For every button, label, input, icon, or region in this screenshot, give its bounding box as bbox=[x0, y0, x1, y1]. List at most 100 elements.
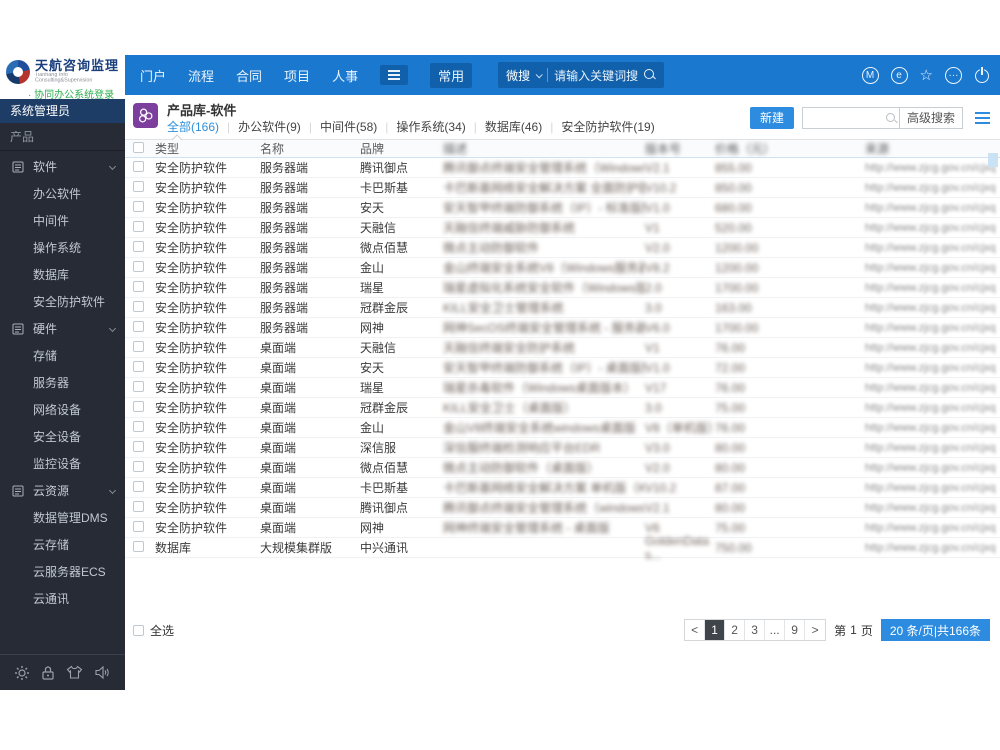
sidebar-menu-item[interactable]: 云资源 bbox=[0, 477, 125, 504]
sidebar-menu-item[interactable]: 数据库 bbox=[0, 261, 125, 288]
cell-source-link[interactable]: http://www.zjcg.gov.cn/cjxq/ bbox=[865, 302, 995, 314]
table-row[interactable]: 安全防护软件 桌面端 深信服 深信服终端检测响应平台EDR V3.0 80.00… bbox=[125, 438, 1000, 458]
cell-source-link[interactable]: http://www.zjcg.gov.cn/cjxq/ bbox=[865, 242, 995, 254]
nav-project[interactable]: 项目 bbox=[284, 66, 310, 85]
current-role-label[interactable]: 系统管理员 bbox=[0, 99, 125, 123]
row-checkbox[interactable] bbox=[133, 320, 144, 332]
cell-source-link[interactable]: http://www.zjcg.gov.cn/cjxq/ bbox=[865, 382, 995, 394]
power-logout-icon[interactable] bbox=[974, 67, 990, 83]
row-checkbox[interactable] bbox=[133, 200, 144, 212]
menu-burger-button[interactable] bbox=[380, 65, 409, 85]
cell-source-link[interactable]: http://www.zjcg.gov.cn/cjxq/ bbox=[865, 482, 995, 494]
cell-source-link[interactable]: http://www.zjcg.gov.cn/cjxq/ bbox=[865, 202, 995, 214]
row-checkbox[interactable] bbox=[133, 520, 144, 532]
sidebar-menu-item[interactable]: 操作系统 bbox=[0, 234, 125, 261]
search-icon[interactable] bbox=[885, 108, 899, 128]
m-badge-icon[interactable]: M bbox=[861, 66, 879, 84]
row-checkbox[interactable] bbox=[133, 300, 144, 312]
sidebar-menu-item[interactable]: 云服务器ECS bbox=[0, 558, 125, 585]
page-9-button[interactable]: 9 bbox=[785, 620, 806, 640]
nav-portal[interactable]: 门户 bbox=[140, 66, 166, 85]
row-checkbox[interactable] bbox=[133, 480, 144, 492]
table-row[interactable]: 安全防护软件 桌面端 瑞星 瑞星杀毒软件（Windows桌面版本） V17 76… bbox=[125, 378, 1000, 398]
speaker-volume-icon[interactable] bbox=[94, 665, 111, 680]
table-row[interactable]: 安全防护软件 桌面端 网神 网神终端安全管理系统 - 桌面版 V6 75.00 … bbox=[125, 518, 1000, 538]
tab-os[interactable]: 操作系统(34) bbox=[396, 118, 465, 135]
table-row[interactable]: 安全防护软件 桌面端 微点佰慧 微点主动防御软件（桌面版） V2.0 80.00… bbox=[125, 458, 1000, 478]
row-checkbox[interactable] bbox=[133, 420, 144, 432]
cell-source-link[interactable]: http://www.zjcg.gov.cn/cjxq/ bbox=[865, 542, 995, 554]
table-row[interactable]: 安全防护软件 桌面端 冠群金辰 KILL安全卫士（桌面版） 3.0 75.00 … bbox=[125, 398, 1000, 418]
theme-shirt-icon[interactable] bbox=[66, 665, 83, 680]
table-row[interactable]: 安全防护软件 桌面端 腾讯御点 腾讯御点终端安全管理系统（windows版）V2… bbox=[125, 498, 1000, 518]
tab-middleware[interactable]: 中间件(58) bbox=[320, 118, 377, 135]
nav-contract[interactable]: 合同 bbox=[236, 66, 262, 85]
table-row[interactable]: 安全防护软件 服务器端 网神 网神SecOS终端安全管理系统 - 服务器版 V6… bbox=[125, 318, 1000, 338]
row-checkbox[interactable] bbox=[133, 160, 144, 172]
search-placeholder-text[interactable]: 请输入关键词搜 bbox=[554, 67, 638, 84]
sidebar-menu-item[interactable]: 软件 bbox=[0, 153, 125, 180]
cell-source-link[interactable]: http://www.zjcg.gov.cn/cjxq/ bbox=[865, 222, 995, 234]
table-row[interactable]: 安全防护软件 服务器端 腾讯御点 腾讯御点终端安全管理系统（Windows版） … bbox=[125, 158, 1000, 178]
lock-icon[interactable] bbox=[41, 665, 55, 681]
sidebar-menu-item[interactable]: 数据管理DMS bbox=[0, 504, 125, 531]
cell-source-link[interactable]: http://www.zjcg.gov.cn/cjxq/ bbox=[865, 182, 995, 194]
cell-source-link[interactable]: http://www.zjcg.gov.cn/cjxq/ bbox=[865, 442, 995, 454]
cell-source-link[interactable]: http://www.zjcg.gov.cn/cjxq/ bbox=[865, 502, 995, 514]
cell-source-link[interactable]: http://www.zjcg.gov.cn/cjxq/ bbox=[865, 362, 995, 374]
sidebar-menu-item[interactable]: 监控设备 bbox=[0, 450, 125, 477]
advanced-search-button[interactable]: 高级搜索 bbox=[898, 107, 962, 128]
sidebar-section-product[interactable]: 产品 bbox=[0, 123, 125, 151]
system-login-link[interactable]: · 协同办公系统登录 bbox=[28, 86, 125, 101]
row-checkbox[interactable] bbox=[133, 460, 144, 472]
sidebar-menu-item[interactable]: 安全设备 bbox=[0, 423, 125, 450]
sidebar-menu-item[interactable]: 网络设备 bbox=[0, 396, 125, 423]
col-source[interactable]: 来源 bbox=[865, 140, 995, 157]
prev-page-button[interactable]: < bbox=[685, 620, 706, 640]
page-1-button[interactable]: 1 bbox=[705, 620, 726, 640]
cell-source-link[interactable]: http://www.zjcg.gov.cn/cjxq/ bbox=[865, 402, 995, 414]
page-2-button[interactable]: 2 bbox=[725, 620, 746, 640]
row-checkbox[interactable] bbox=[133, 340, 144, 352]
row-checkbox[interactable] bbox=[133, 540, 144, 552]
scrollbar-thumb[interactable] bbox=[988, 153, 998, 167]
col-version[interactable]: 版本号 bbox=[645, 140, 715, 157]
sidebar-menu-item[interactable]: 云通讯 bbox=[0, 585, 125, 612]
select-all-checkbox[interactable] bbox=[133, 624, 144, 636]
more-icon[interactable]: ··· bbox=[945, 66, 962, 84]
cell-source-link[interactable]: http://www.zjcg.gov.cn/cjxq/ bbox=[865, 262, 995, 274]
favorite-star-icon[interactable]: ☆ bbox=[920, 68, 933, 83]
nav-common-button[interactable]: 常用 bbox=[430, 62, 473, 88]
header-checkbox[interactable] bbox=[133, 141, 144, 153]
cell-source-link[interactable]: http://www.zjcg.gov.cn/cjxq/ bbox=[865, 462, 995, 474]
table-row[interactable]: 安全防护软件 服务器端 天融信 天融信终端威胁防御系统 V1 520.00 ht… bbox=[125, 218, 1000, 238]
sidebar-menu-item[interactable]: 云存储 bbox=[0, 531, 125, 558]
row-checkbox[interactable] bbox=[133, 220, 144, 232]
row-checkbox[interactable] bbox=[133, 260, 144, 272]
col-price[interactable]: 价格（元） bbox=[715, 140, 865, 157]
cell-source-link[interactable]: http://www.zjcg.gov.cn/cjxq/ bbox=[865, 162, 995, 174]
row-checkbox[interactable] bbox=[133, 180, 144, 192]
table-row[interactable]: 安全防护软件 服务器端 安天 安天智甲终端防御系统（IP）- 标准版授权 V1.… bbox=[125, 198, 1000, 218]
tab-all[interactable]: 全部(166) bbox=[167, 118, 219, 135]
table-row[interactable]: 安全防护软件 服务器端 金山 金山终端安全系统V8（Windows服务器版） V… bbox=[125, 258, 1000, 278]
page-size-badge[interactable]: 20 条/页|共166条 bbox=[880, 619, 990, 641]
nav-hr[interactable]: 人事 bbox=[332, 66, 358, 85]
table-search-input[interactable] bbox=[802, 107, 885, 128]
tab-security-software[interactable]: 安全防护软件(19) bbox=[561, 118, 654, 135]
message-icon[interactable]: e bbox=[890, 66, 908, 84]
table-row[interactable]: 安全防护软件 服务器端 瑞星 瑞星虚拟化系统安全软件（Windows版本） 2.… bbox=[125, 278, 1000, 298]
cell-source-link[interactable]: http://www.zjcg.gov.cn/cjxq/ bbox=[865, 342, 995, 354]
table-row[interactable]: 安全防护软件 服务器端 微点佰慧 微点主动防御软件 V2.0 1200.00 h… bbox=[125, 238, 1000, 258]
table-row[interactable]: 安全防护软件 桌面端 金山 金山V8终端安全系统windows桌面版 V8（单机… bbox=[125, 418, 1000, 438]
row-checkbox[interactable] bbox=[133, 380, 144, 392]
new-button[interactable]: 新建 bbox=[749, 106, 794, 129]
tab-database[interactable]: 数据库(46) bbox=[485, 118, 542, 135]
row-checkbox[interactable] bbox=[133, 400, 144, 412]
page-3-button[interactable]: 3 bbox=[745, 620, 766, 640]
sidebar-menu-item[interactable]: 存储 bbox=[0, 342, 125, 369]
search-icon[interactable] bbox=[644, 69, 656, 81]
search-scope-label[interactable]: 微搜 bbox=[506, 67, 530, 84]
sidebar-menu-item[interactable]: 安全防护软件 bbox=[0, 288, 125, 315]
cell-source-link[interactable]: http://www.zjcg.gov.cn/cjxq/ bbox=[865, 522, 995, 534]
